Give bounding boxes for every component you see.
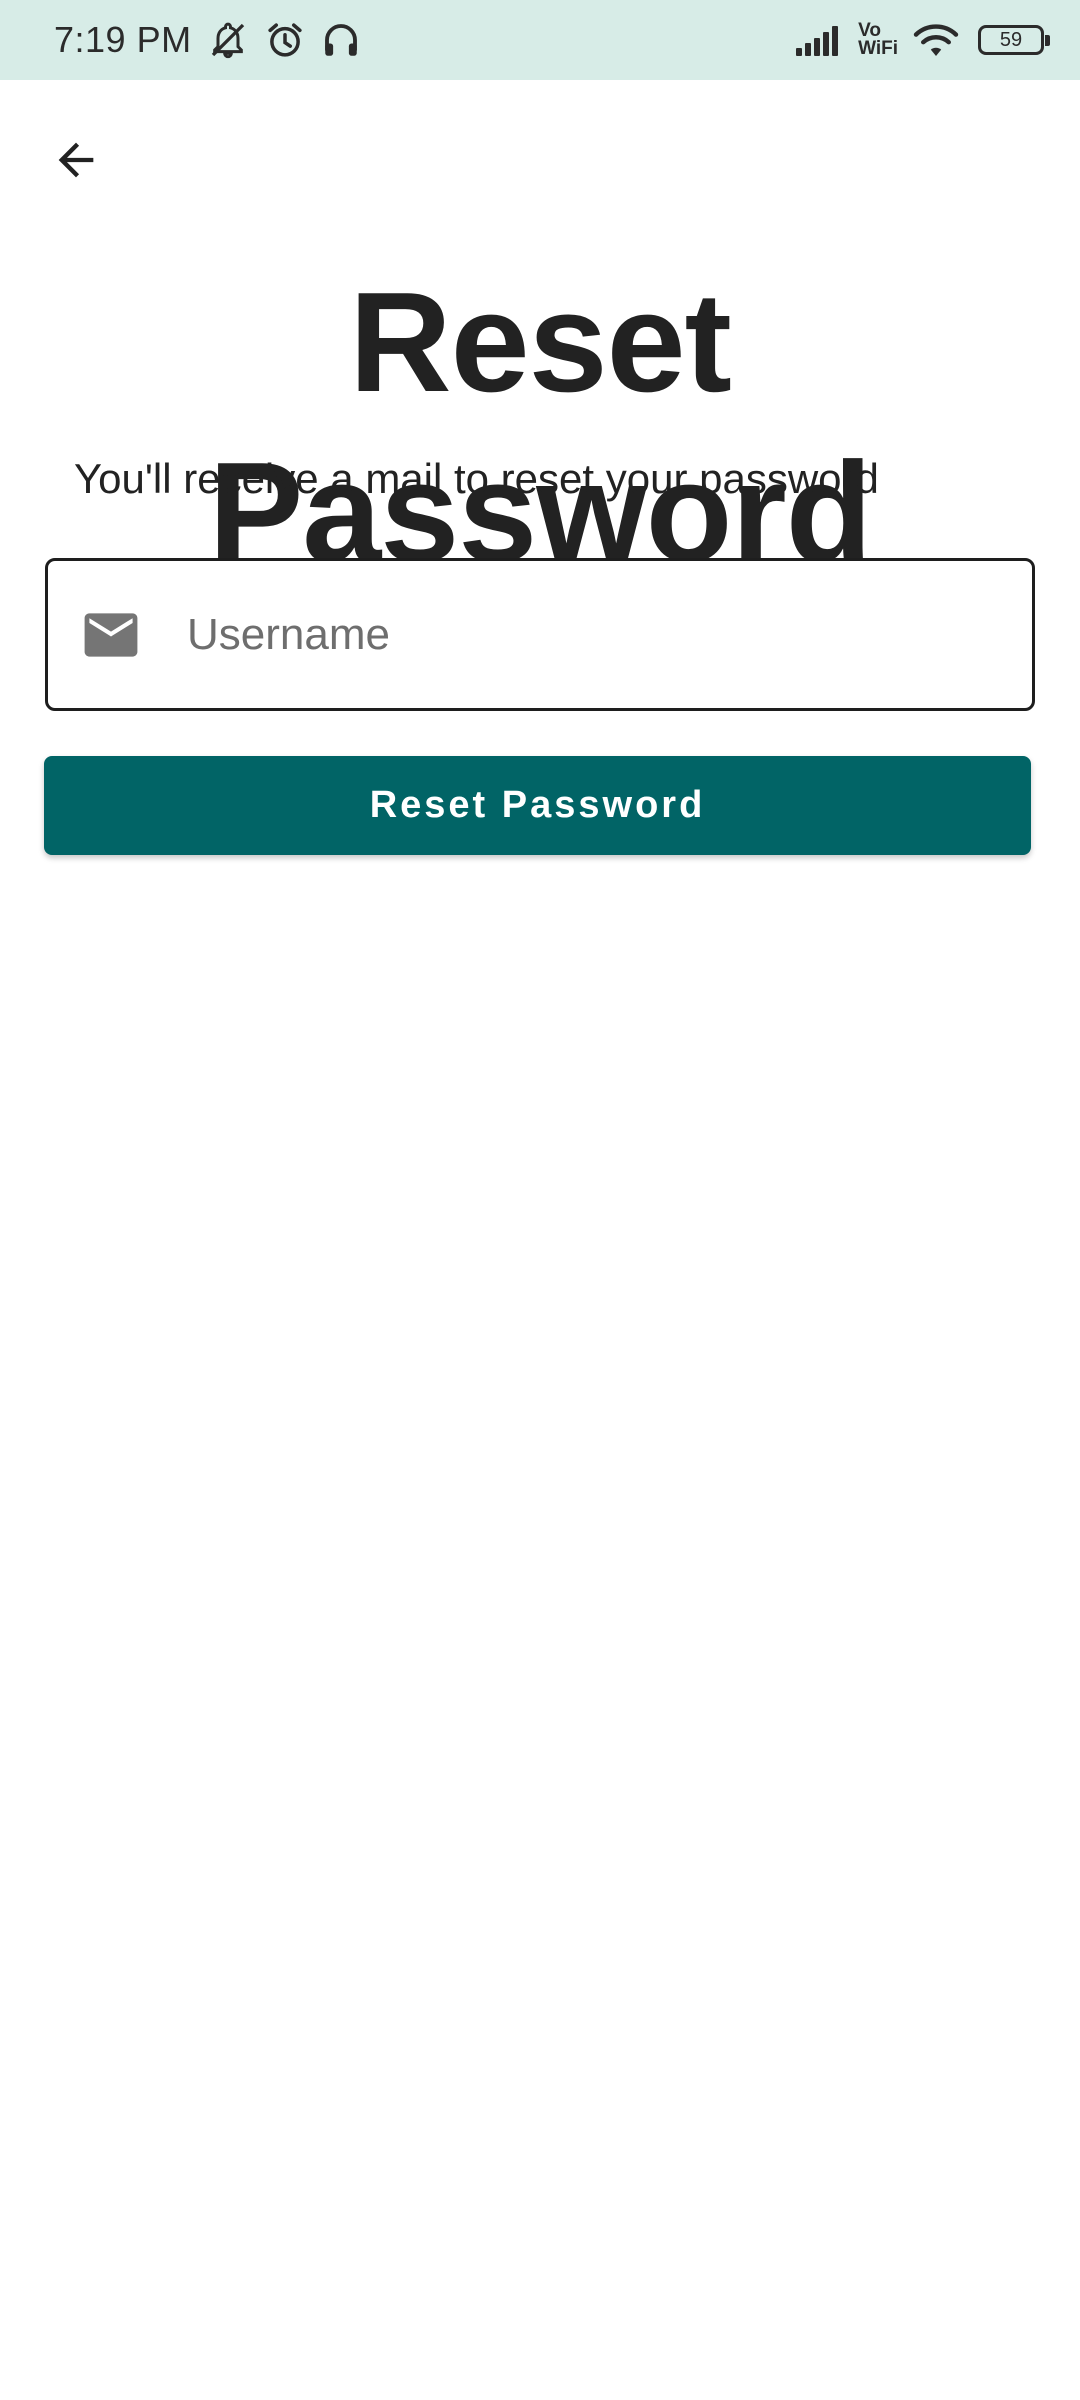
arrow-back-icon [58,142,94,178]
back-button[interactable] [34,118,118,202]
status-time: 7:19 PM [54,19,192,60]
page-subtitle: You'll receive a mail to reset your pass… [74,455,879,502]
status-right: Vo WiFi 59 [794,21,1050,59]
battery-level: 59 [999,28,1023,51]
status-bar: 7:19 PM Vo WiFi 59 [0,0,1080,80]
vowifi-icon: Vo WiFi [858,21,898,59]
battery-icon: 59 [978,25,1050,55]
vowifi-bottom-label: WiFi [858,38,898,59]
username-field[interactable] [45,558,1035,711]
mail-icon [82,611,140,659]
page-title: Reset Password [208,263,873,592]
reset-password-button[interactable]: Reset Password [44,756,1031,855]
username-input[interactable] [185,594,965,675]
status-left: 7:19 PM [54,19,362,61]
wifi-icon [912,21,960,59]
signal-icon [794,24,844,56]
headphones-icon [320,19,362,61]
alarm-icon [264,19,306,61]
bell-off-icon [206,20,250,60]
